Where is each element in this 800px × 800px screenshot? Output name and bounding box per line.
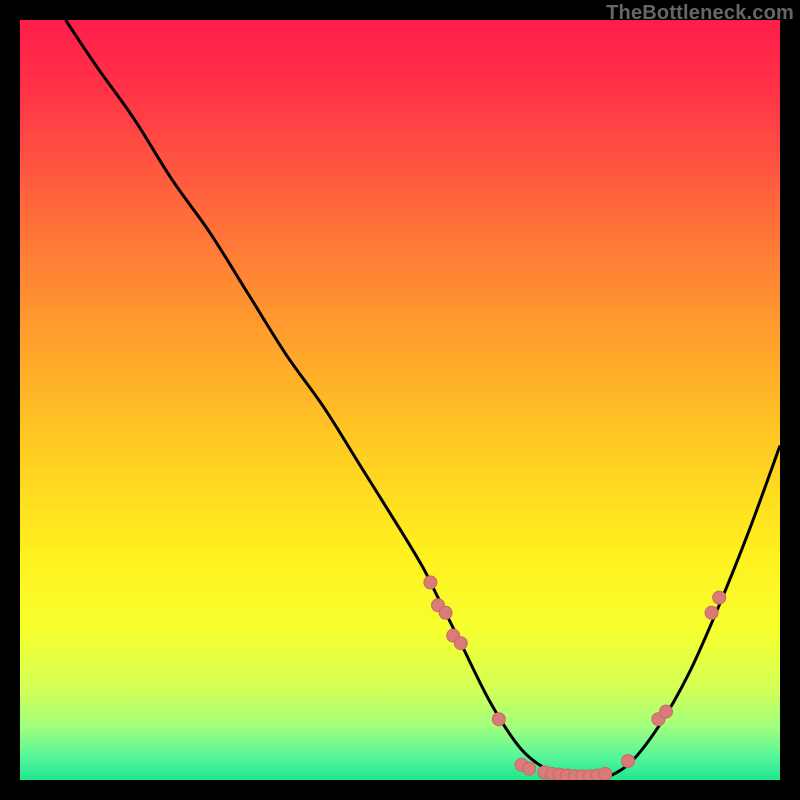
data-point xyxy=(523,762,536,775)
data-point xyxy=(622,755,635,768)
watermark-text: TheBottleneck.com xyxy=(606,2,794,25)
data-point xyxy=(492,713,505,726)
gradient-background xyxy=(20,20,780,780)
chart-svg xyxy=(20,20,780,780)
data-point xyxy=(454,637,467,650)
data-point xyxy=(439,606,452,619)
data-point xyxy=(705,606,718,619)
chart-frame xyxy=(20,20,780,780)
data-point xyxy=(713,591,726,604)
data-point xyxy=(599,767,612,780)
data-point xyxy=(424,576,437,589)
data-point xyxy=(660,705,673,718)
